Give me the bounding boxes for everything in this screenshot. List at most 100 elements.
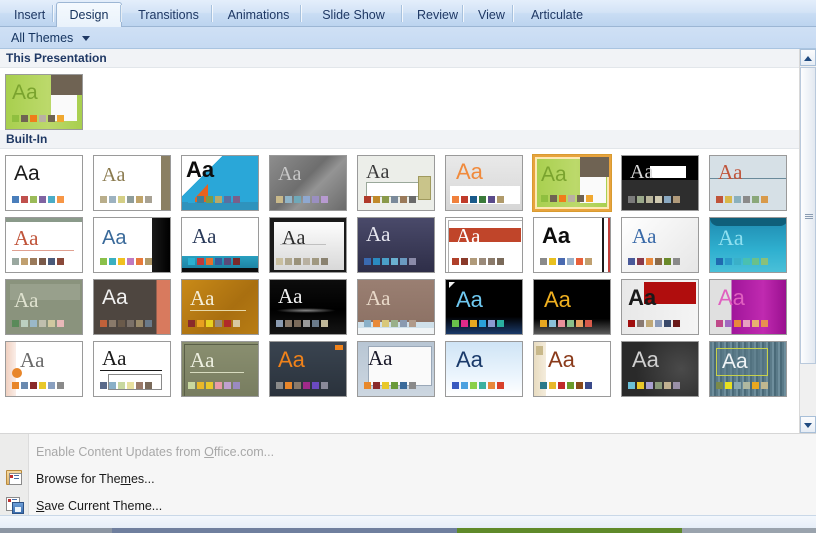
theme-thumbnail[interactable]: Aa <box>181 279 259 335</box>
theme-thumbnail-decoration <box>602 218 604 272</box>
theme-thumbnail[interactable]: Aa <box>269 341 347 397</box>
theme-thumbnail[interactable]: Aa <box>621 155 699 211</box>
theme-preview-text: Aa <box>544 287 571 312</box>
theme-color-swatch <box>461 320 468 327</box>
theme-color-swatch <box>628 382 635 389</box>
theme-thumbnail[interactable]: Aa <box>621 217 699 273</box>
theme-color-swatches <box>12 320 66 327</box>
theme-thumbnail-decoration <box>276 308 336 313</box>
theme-thumbnail[interactable]: Aa <box>93 341 171 397</box>
theme-color-swatch <box>568 195 575 202</box>
theme-preview-text: Aa <box>14 226 39 250</box>
theme-thumbnail[interactable]: Aa <box>5 279 83 335</box>
theme-color-swatch <box>109 258 116 265</box>
theme-thumbnail[interactable]: Aa <box>5 217 83 273</box>
theme-color-swatch <box>752 258 759 265</box>
theme-color-swatch <box>109 196 116 203</box>
theme-thumbnail[interactable]: Aa <box>709 217 787 273</box>
tab-design[interactable]: Design <box>56 2 122 27</box>
theme-thumbnail[interactable]: Aa <box>445 217 523 273</box>
theme-thumbnail[interactable]: Aa <box>269 217 347 273</box>
theme-color-swatch <box>558 382 565 389</box>
theme-thumbnail[interactable]: Aa <box>532 154 612 212</box>
theme-preview-text: Aa <box>366 161 390 183</box>
theme-thumbnail[interactable]: Aa <box>445 341 523 397</box>
gallery-scrollbar[interactable] <box>799 49 816 433</box>
theme-color-swatch <box>488 258 495 265</box>
theme-color-swatch <box>364 196 371 203</box>
theme-color-swatch <box>118 196 125 203</box>
theme-thumbnail[interactable]: Aa <box>5 341 83 397</box>
theme-thumbnail[interactable]: Aa <box>269 155 347 211</box>
theme-color-swatch <box>100 320 107 327</box>
theme-thumbnail[interactable]: Aa <box>445 279 523 335</box>
theme-thumbnail[interactable]: Aa <box>181 217 259 273</box>
theme-color-swatch <box>716 320 723 327</box>
scroll-down-arrow-icon[interactable] <box>800 416 816 433</box>
theme-thumbnail-decoration <box>6 218 82 222</box>
theme-preview-text: Aa <box>282 227 306 249</box>
theme-color-swatch <box>409 382 416 389</box>
theme-thumbnail[interactable]: Aa <box>357 279 435 335</box>
theme-thumbnail[interactable]: Aa <box>533 341 611 397</box>
theme-thumbnail[interactable]: Aa <box>621 341 699 397</box>
theme-thumbnail[interactable]: Aa <box>357 217 435 273</box>
theme-thumbnail[interactable]: Aa <box>5 74 83 130</box>
theme-color-swatch <box>21 196 28 203</box>
theme-color-swatches <box>540 258 594 265</box>
tab-insert[interactable]: Insert <box>2 2 54 27</box>
all-themes-dropdown[interactable]: All Themes <box>6 29 95 47</box>
theme-color-swatch <box>57 258 64 265</box>
theme-thumbnail[interactable]: Aa <box>93 155 171 211</box>
theme-color-swatch <box>567 382 574 389</box>
tab-animations[interactable]: Animations <box>215 2 302 27</box>
theme-color-swatch <box>233 196 240 203</box>
theme-thumbnail-decoration <box>51 75 82 95</box>
tab-slide-show[interactable]: Slide Show <box>304 2 403 27</box>
theme-thumbnail[interactable]: Aa <box>709 341 787 397</box>
theme-thumbnail[interactable]: Aa <box>709 155 787 211</box>
theme-thumbnail[interactable]: Aa <box>181 341 259 397</box>
theme-color-swatches <box>188 196 242 203</box>
tab-label: Design <box>69 8 109 22</box>
theme-color-swatch <box>452 382 459 389</box>
theme-color-swatch <box>664 320 671 327</box>
theme-color-swatch <box>127 258 134 265</box>
tab-transitions[interactable]: Transitions <box>124 2 213 27</box>
theme-thumbnail[interactable]: Aa <box>357 341 435 397</box>
tab-view[interactable]: View <box>466 2 514 27</box>
theme-preview-text: Aa <box>190 348 215 372</box>
theme-thumbnail[interactable]: Aa <box>93 217 171 273</box>
theme-color-swatch <box>188 258 195 265</box>
theme-row: Aa Aa Aa Aa Aa Aa Aa Aa Aa <box>0 335 816 397</box>
theme-thumbnail-decoration <box>12 250 74 251</box>
theme-preview-text: Aa <box>542 223 571 248</box>
theme-thumbnail[interactable]: Aa <box>533 217 611 273</box>
tab-label: Insert <box>14 8 46 22</box>
theme-preview-text: Aa <box>278 284 303 308</box>
menu-item-browse-for-themes[interactable]: Browse for Themes... <box>28 466 155 492</box>
tab-label: Transitions <box>138 8 199 22</box>
theme-color-swatch <box>576 320 583 327</box>
tab-review[interactable]: Review <box>405 2 464 27</box>
tab-articulate[interactable]: Articulate <box>516 2 598 27</box>
scrollbar-thumb[interactable] <box>800 67 816 364</box>
theme-thumbnail[interactable]: Aa <box>445 155 523 211</box>
theme-color-swatch <box>206 382 213 389</box>
theme-color-swatches <box>100 258 154 265</box>
theme-color-swatch <box>12 115 19 122</box>
theme-thumbnail[interactable]: Aa <box>93 279 171 335</box>
tab-label: Animations <box>227 8 290 22</box>
theme-thumbnail[interactable]: Aa <box>357 155 435 211</box>
theme-color-swatch <box>373 382 380 389</box>
theme-color-swatch <box>479 196 486 203</box>
theme-thumbnail[interactable]: Aa <box>533 279 611 335</box>
theme-color-swatch <box>321 320 328 327</box>
theme-thumbnail[interactable]: Aa <box>621 279 699 335</box>
theme-thumbnail[interactable]: Aa <box>269 279 347 335</box>
theme-color-swatch <box>655 320 662 327</box>
scroll-up-arrow-icon[interactable] <box>800 49 816 66</box>
theme-thumbnail[interactable]: Aa <box>5 155 83 211</box>
theme-thumbnail[interactable]: Aa <box>181 155 259 211</box>
theme-thumbnail[interactable]: Aa <box>709 279 787 335</box>
